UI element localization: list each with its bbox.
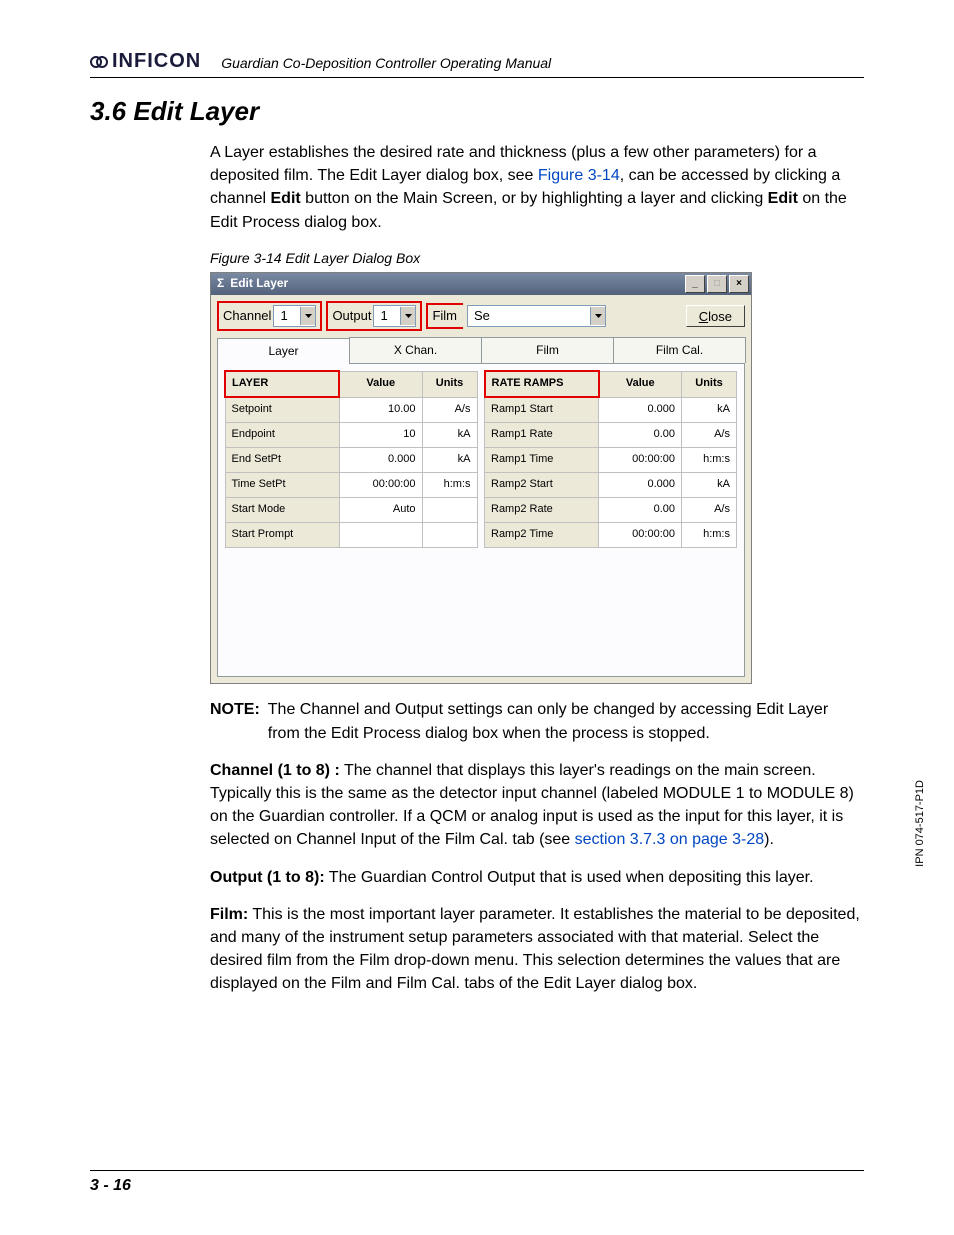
table-row: Ramp2 Time00:00:00h:m:s [485,523,737,548]
table-row: Ramp2 Start0.000kA [485,473,737,498]
table-row: Start ModeAuto [225,498,477,523]
rateramps-header: RATE RAMPS [485,371,599,397]
channel-paragraph: Channel (1 to 8) : The channel that disp… [210,759,864,852]
film-select[interactable]: Se [467,305,606,327]
table-row: End SetPt0.000kA [225,448,477,473]
layer-table: LAYER Value Units Setpoint10.00A/s Endpo… [224,370,478,548]
tab-film[interactable]: Film [481,337,614,363]
table-row: Setpoint10.00A/s [225,397,477,423]
output-group: Output 1 [326,301,422,331]
film-group: Film [426,303,463,330]
table-row: Time SetPt00:00:00h:m:s [225,473,477,498]
channel-label: Channel [223,307,271,326]
section-link[interactable]: section 3.7.3 on page 3-28 [575,831,764,848]
film-paragraph: Film: This is the most important layer p… [210,903,864,996]
sigma-icon: Σ [217,275,224,292]
company-logo: INFICON [90,50,201,73]
company-name: INFICON [112,50,201,73]
film-label: Film [432,307,457,326]
figure-caption: Figure 3-14 Edit Layer Dialog Box [210,248,864,268]
maximize-button: □ [707,275,727,293]
ipn-label: IPN 074-517-P1D [914,780,926,867]
chevron-down-icon[interactable] [400,307,415,325]
dialog-title: Edit Layer [230,275,683,292]
rateramps-table: RATE RAMPS Value Units Ramp1 Start0.000k… [484,370,738,548]
output-label: Output [332,307,371,326]
figure-link[interactable]: Figure 3-14 [538,167,620,184]
layer-header: LAYER [225,371,339,397]
table-row: Ramp1 Rate0.00A/s [485,423,737,448]
page-footer: 3 - 16 [90,1170,864,1195]
tab-xchan[interactable]: X Chan. [349,337,482,363]
close-button[interactable]: Close [686,305,745,327]
table-row: Ramp1 Time00:00:00h:m:s [485,448,737,473]
section-heading: 3.6 Edit Layer [90,96,864,127]
tab-panel: LAYER Value Units Setpoint10.00A/s Endpo… [217,363,745,677]
tab-layer[interactable]: Layer [217,338,350,364]
document-title: Guardian Co-Deposition Controller Operat… [221,55,551,73]
dialog-toolbar: Channel 1 Output 1 Film [211,295,751,337]
minimize-button[interactable]: _ [685,275,705,293]
note-label: NOTE: [210,698,260,744]
edit-layer-dialog: Σ Edit Layer _ □ × Channel 1 Output [210,272,752,684]
chevron-down-icon[interactable] [590,307,605,325]
tab-filmcal[interactable]: Film Cal. [613,337,746,363]
channel-group: Channel 1 [217,301,322,331]
channel-select[interactable]: 1 [273,305,316,327]
tab-strip: Layer X Chan. Film Film Cal. [211,337,751,363]
table-row: Ramp1 Start0.000kA [485,397,737,423]
table-row: Start Prompt [225,523,477,548]
note-paragraph: NOTE: The Channel and Output settings ca… [210,698,864,744]
table-row: Ramp2 Rate0.00A/s [485,498,737,523]
table-row: Endpoint10kA [225,423,477,448]
intro-paragraph: A Layer establishes the desired rate and… [210,141,864,234]
chevron-down-icon[interactable] [300,307,315,325]
output-select[interactable]: 1 [373,305,416,327]
page-header: INFICON Guardian Co-Deposition Controlle… [90,50,864,78]
close-window-button[interactable]: × [729,275,749,293]
dialog-titlebar[interactable]: Σ Edit Layer _ □ × [211,273,751,295]
output-paragraph: Output (1 to 8): The Guardian Control Ou… [210,866,864,889]
